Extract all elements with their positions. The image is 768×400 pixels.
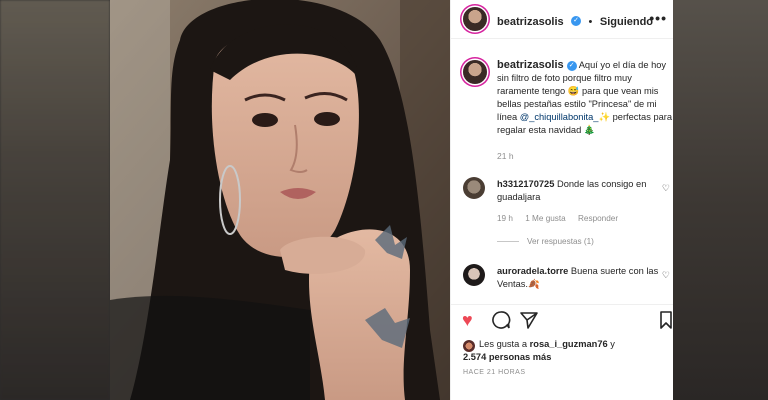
heart-icon[interactable]: ♥ — [462, 310, 473, 330]
likes-middle: y — [607, 339, 615, 349]
verified-icon: ✓ — [571, 15, 582, 26]
post-caption: beatrizasolis ✓ Aquí yo el día de hoy sin… — [497, 59, 673, 137]
caption-time[interactable]: 21 h — [497, 151, 514, 161]
bookmark-icon[interactable] — [659, 310, 673, 334]
post-header: beatrizasolis ✓ • Siguiendo ••• — [451, 0, 673, 39]
share-icon[interactable] — [519, 310, 539, 334]
author-username[interactable]: beatrizasolis — [497, 16, 564, 28]
header-text: beatrizasolis ✓ • Siguiendo — [497, 12, 653, 30]
header-separator: • — [588, 16, 593, 28]
likes-prefix: Les gusta a — [479, 339, 530, 349]
caption-emoji-2: ✨ — [598, 112, 611, 122]
following-button[interactable]: Siguiendo — [600, 16, 653, 28]
caption-emoji-3: 🎄 — [583, 125, 596, 135]
reply-button[interactable]: Responder — [578, 214, 618, 223]
likes-summary: Les gusta a rosa_i_guzman76 y 2.574 pers… — [463, 338, 615, 364]
comment-avatar[interactable] — [463, 177, 485, 199]
replies-divider — [497, 241, 519, 242]
caption-emoji-1: 😅 — [567, 86, 580, 96]
author-avatar[interactable] — [463, 7, 487, 31]
background-left-blur — [0, 0, 110, 400]
selfie-illustration — [110, 0, 450, 400]
comment-username[interactable]: auroradela.torre — [497, 266, 568, 276]
comment-actions: 19 h 1 Me gusta Responder — [497, 214, 628, 223]
post-timestamp[interactable]: HACE 21 HORAS — [463, 369, 526, 376]
post-side-panel: beatrizasolis ✓ • Siguiendo ••• beatriza… — [450, 0, 673, 400]
view-replies-label: Ver respuestas (1) — [527, 237, 594, 246]
comment-icon[interactable] — [491, 310, 511, 334]
caption-avatar[interactable] — [463, 60, 487, 84]
post-photo[interactable] — [110, 0, 450, 400]
comment-like-icon[interactable]: ♡ — [662, 270, 670, 281]
action-bar — [451, 304, 673, 339]
comment-avatar[interactable] — [463, 264, 485, 286]
caption-mention-link[interactable]: @_chiquillabonita_ — [520, 112, 599, 122]
background-right-blur — [672, 0, 768, 400]
comment-username[interactable]: h3312170725 — [497, 179, 554, 189]
comment-item: h3312170725 Donde las consigo en guadalj… — [497, 178, 667, 204]
view-replies-button[interactable]: Ver respuestas (1) — [497, 237, 594, 246]
likes-count[interactable]: 2.574 personas más — [463, 352, 551, 362]
comment-item: auroradela.torre Buena suerte con las Ve… — [497, 265, 667, 291]
liker-username[interactable]: rosa_i_guzman76 — [530, 339, 608, 349]
more-icon[interactable]: ••• — [649, 10, 667, 26]
comment-like-icon[interactable]: ♡ — [662, 183, 670, 194]
comment-emoji: 🍂 — [528, 279, 540, 289]
comment-likes[interactable]: 1 Me gusta — [525, 214, 566, 223]
verified-icon: ✓ — [566, 60, 577, 71]
caption-username[interactable]: beatrizasolis — [497, 59, 564, 71]
comment-time[interactable]: 19 h — [497, 214, 513, 223]
